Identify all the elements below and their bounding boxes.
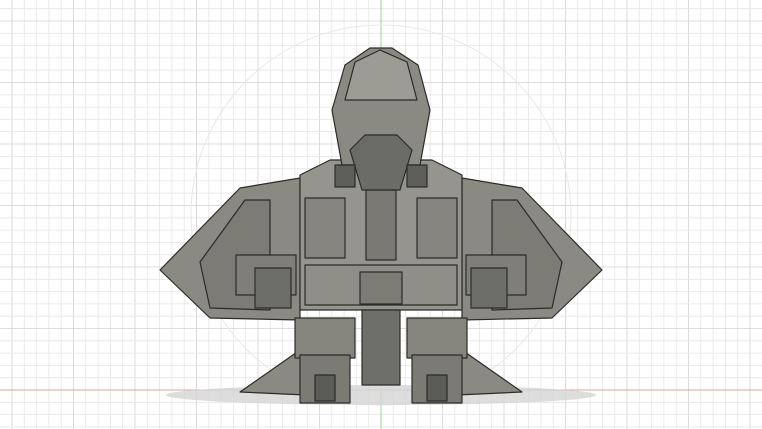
model-shadow bbox=[166, 385, 596, 405]
viewport-canvas[interactable] bbox=[0, 0, 762, 429]
left-fist bbox=[254, 267, 292, 309]
right-foot-slot bbox=[426, 374, 448, 402]
left-thigh bbox=[294, 317, 356, 359]
right-thigh bbox=[406, 317, 468, 359]
face-mask bbox=[349, 134, 413, 191]
cad-viewport[interactable] bbox=[0, 0, 762, 429]
right-vent bbox=[406, 164, 428, 188]
mech-model[interactable] bbox=[159, 47, 603, 404]
left-foot-slot bbox=[314, 374, 336, 402]
chest-left-panel bbox=[304, 197, 346, 259]
neck-column bbox=[365, 189, 397, 261]
chest-right-panel bbox=[416, 197, 458, 259]
right-fist bbox=[470, 267, 508, 309]
left-vent bbox=[334, 164, 356, 188]
crotch-strut bbox=[361, 309, 401, 386]
belt-buckle bbox=[359, 271, 403, 305]
